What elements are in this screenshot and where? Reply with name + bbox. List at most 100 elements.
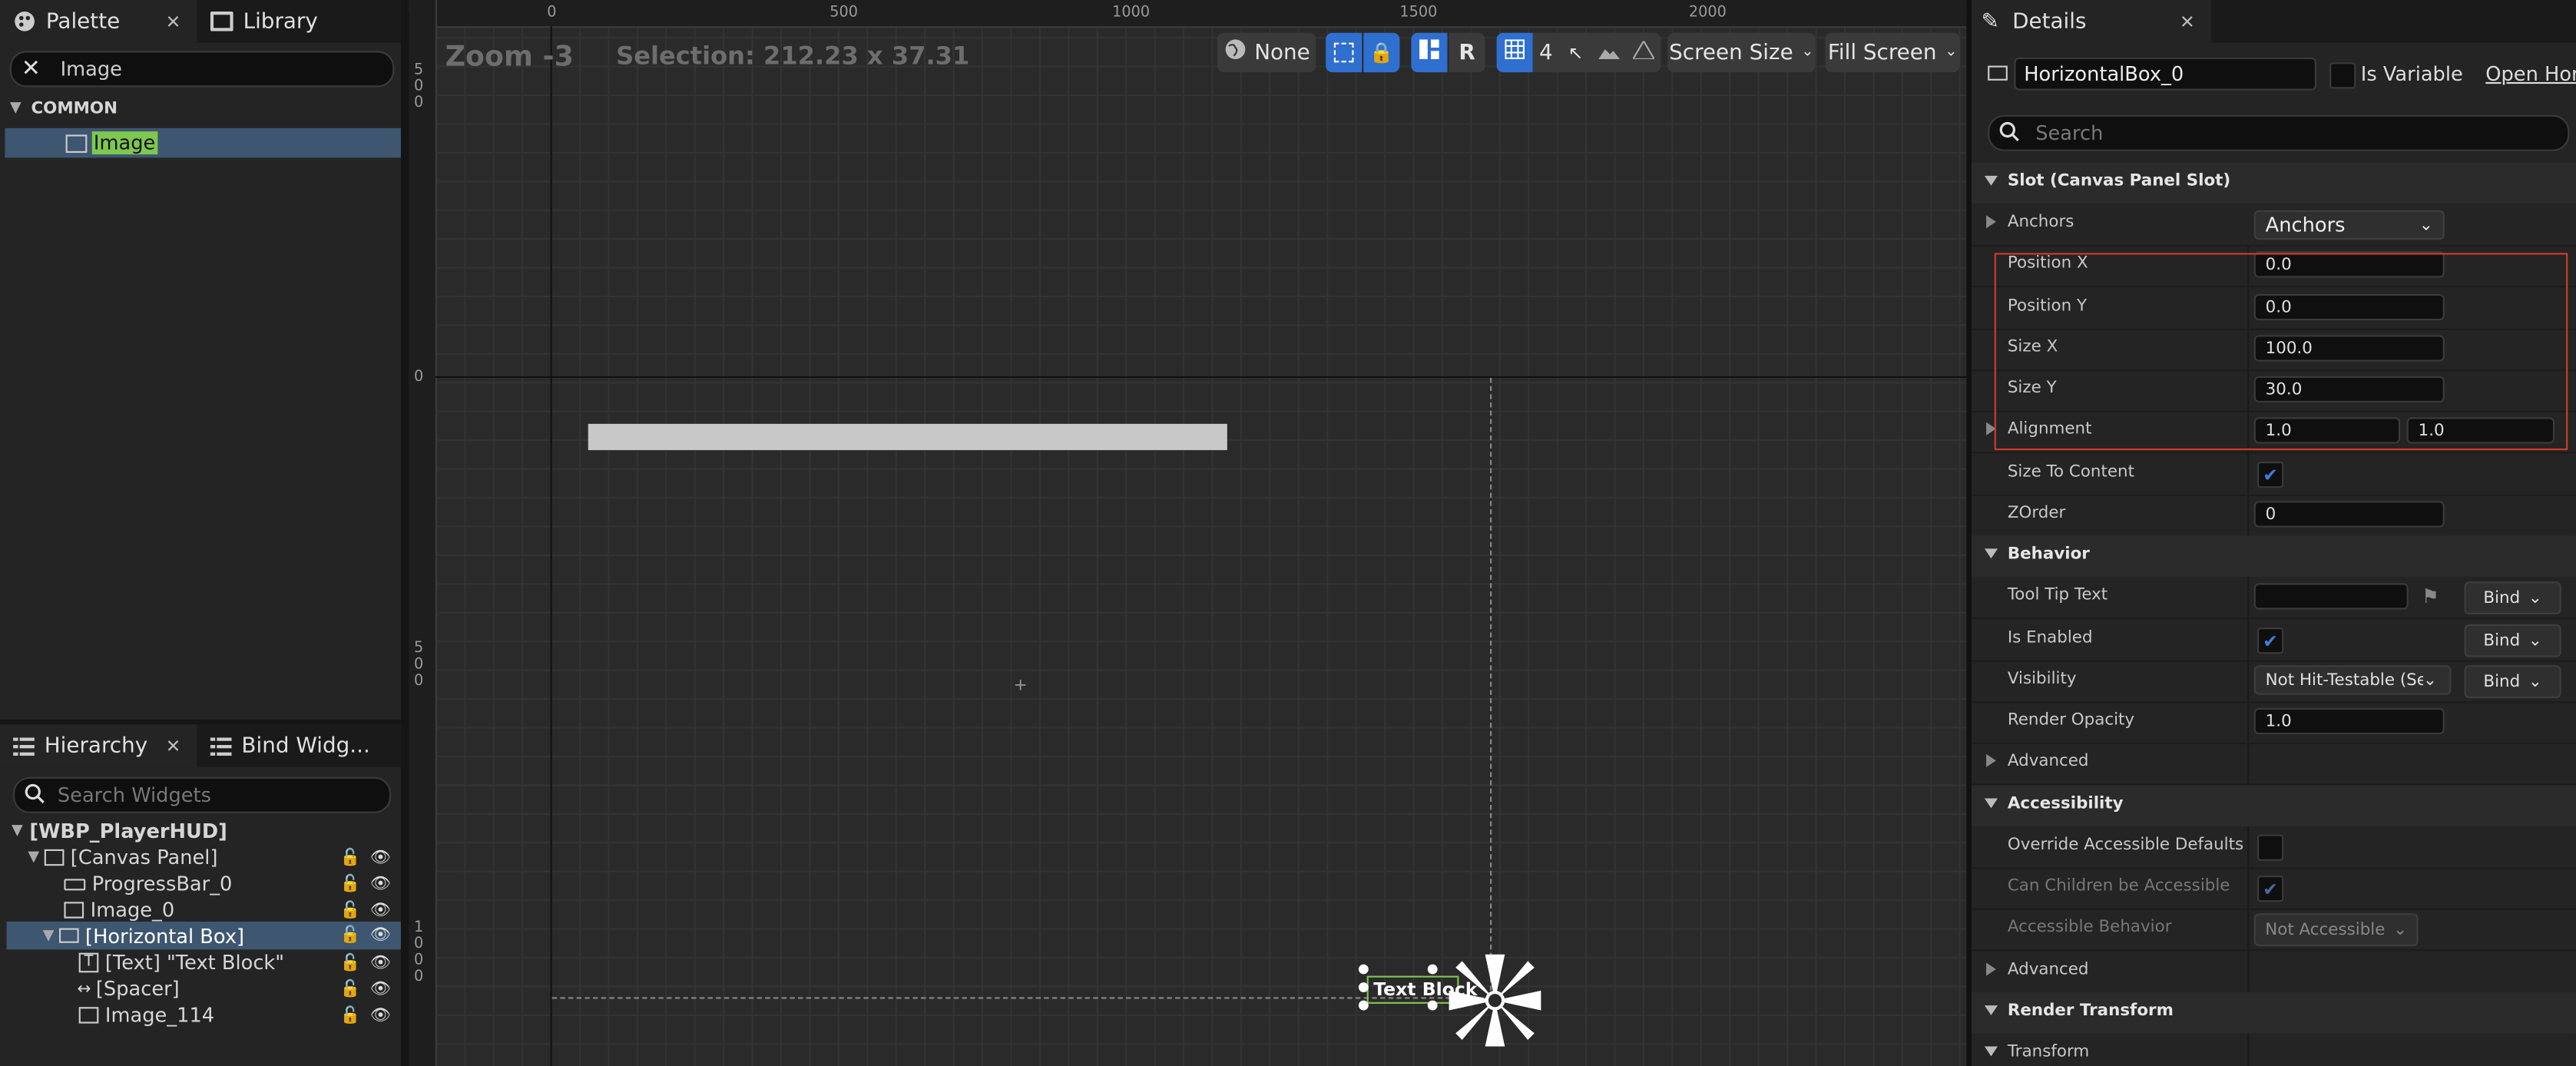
tree-item-root[interactable]: ▼ [WBP_PlayerHUD] <box>0 818 401 844</box>
is-variable-label: Is Variable <box>2360 62 2463 86</box>
background-toggle-button[interactable] <box>1591 32 1625 73</box>
category-label: Render Transform <box>2007 1001 2174 1021</box>
lock-icon[interactable]: 🔓 <box>339 954 360 972</box>
crosshair-icon: + <box>1013 677 1028 695</box>
fill-screen-dropdown[interactable]: Fill Screen ⌄ <box>1825 32 1960 73</box>
tab-library[interactable]: Library <box>200 0 401 43</box>
eye-icon[interactable]: 👁 <box>370 1006 391 1025</box>
lock-icon[interactable]: 🔓 <box>339 849 360 867</box>
bind-button[interactable]: Bind ⌄ <box>2464 581 2561 614</box>
lock-visibility-toggles[interactable]: 🔓 👁 <box>339 1006 391 1025</box>
tab-hierarchy[interactable]: Hierarchy ✕ <box>0 724 197 767</box>
is-variable-checkbox[interactable] <box>2329 62 2356 89</box>
clear-search-icon[interactable]: ✕ <box>22 56 41 82</box>
category-behavior[interactable]: Behavior <box>1971 535 2576 577</box>
tab-bind-widgets[interactable]: Bind Widg... <box>200 724 401 767</box>
eye-icon[interactable]: 👁 <box>370 875 391 893</box>
lock-visibility-toggles[interactable]: 🔓 👁 <box>339 849 391 867</box>
expand-arrow-icon[interactable] <box>1986 215 1996 229</box>
warning-toggle-button[interactable] <box>1624 32 1661 73</box>
palette-category-common[interactable]: ▼ COMMON <box>0 95 401 121</box>
ruler-label: 1500 <box>1399 5 1438 22</box>
tab-details[interactable]: ✎ Details ✕ <box>1971 0 2212 43</box>
category-slot[interactable]: Slot (Canvas Panel Slot) <box>1971 162 2576 204</box>
tab-palette-label: Palette <box>45 8 121 34</box>
details-search[interactable] <box>1988 114 2570 151</box>
layout-toggle-button[interactable] <box>1411 32 1448 73</box>
tree-item-canvas-panel[interactable]: ▼ [Canvas Panel] 🔓 👁 <box>0 844 401 870</box>
palette-search[interactable]: ✕ <box>9 51 395 88</box>
lock-visibility-toggles[interactable]: 🔓 👁 <box>339 980 391 998</box>
lock-icon[interactable]: 🔓 <box>339 1006 360 1025</box>
category-render-transform[interactable]: Render Transform <box>1971 992 2576 1034</box>
details-tabbar: ✎ Details ✕ <box>1971 0 2576 43</box>
eye-icon[interactable]: 👁 <box>370 926 391 945</box>
hierarchy-search[interactable] <box>13 776 392 813</box>
palette-search-input[interactable] <box>57 55 393 82</box>
lock-visibility-toggles[interactable]: 🔓 👁 <box>339 926 391 945</box>
widget-name-field[interactable]: HorizontalBox_0 <box>2014 57 2316 91</box>
lock-visibility-toggles[interactable]: 🔓 👁 <box>339 875 391 893</box>
expand-arrow-icon: ▼ <box>11 823 23 840</box>
row-transform[interactable]: Transform <box>1972 1033 2576 1066</box>
close-icon[interactable]: ✕ <box>2180 11 2195 32</box>
lock-icon[interactable]: 🔓 <box>339 875 360 893</box>
anchor-icon[interactable] <box>1445 951 1544 1056</box>
lock-icon[interactable]: 🔓 <box>339 926 360 945</box>
selection-handle[interactable] <box>1358 982 1369 992</box>
eye-icon[interactable]: 👁 <box>370 901 391 919</box>
anchors-dropdown[interactable]: Anchors ⌄ <box>2253 210 2445 240</box>
row-advanced-accessibility[interactable]: Advanced <box>1971 951 2576 995</box>
selection-handle[interactable] <box>1358 1000 1369 1011</box>
designer-viewport[interactable]: 0 500 1000 1500 2000 5 0 0 0 5 0 0 1 0 0… <box>409 0 1967 1066</box>
tree-item-text-block[interactable]: T [Text] "Text Block" 🔓 👁 <box>0 949 401 975</box>
category-accessibility[interactable]: Accessibility <box>1971 785 2576 826</box>
selection-handle[interactable] <box>1427 1000 1438 1011</box>
flag-icon[interactable]: ⚑ <box>2422 584 2439 607</box>
bind-label: Bind <box>2483 631 2521 650</box>
bind-button[interactable]: Bind ⌄ <box>2464 665 2561 699</box>
lock-visibility-toggles[interactable]: 🔓 👁 <box>339 954 391 972</box>
lock-icon[interactable]: 🔓 <box>339 980 360 998</box>
visibility-dropdown[interactable]: Not Hit-Testable (Se ⌄ <box>2253 665 2452 695</box>
close-icon[interactable]: ✕ <box>166 735 181 756</box>
tree-item-image0[interactable]: Image_0 🔓 👁 <box>0 897 401 923</box>
grid-size-button[interactable]: 4 <box>1532 32 1559 73</box>
tree-item-label: [Spacer] <box>95 977 180 1001</box>
tree-item-progressbar[interactable]: ProgressBar_0 🔓 👁 <box>0 871 401 897</box>
tab-palette[interactable]: Palette ✕ <box>0 0 197 43</box>
transform-mode-button[interactable] <box>1326 32 1362 73</box>
tab-library-label: Library <box>243 8 318 34</box>
eye-icon[interactable]: 👁 <box>370 980 391 998</box>
lock-icon[interactable]: 🔓 <box>339 901 360 919</box>
grid-snap-button[interactable] <box>1496 32 1533 73</box>
render-opacity-input[interactable]: 1.0 <box>2253 707 2445 735</box>
selection-handle[interactable] <box>1358 964 1369 975</box>
bind-button[interactable]: Bind ⌄ <box>2464 624 2561 657</box>
hierarchy-search-input[interactable] <box>54 782 389 809</box>
screen-size-dropdown[interactable]: Screen Size ⌄ <box>1667 32 1816 73</box>
select-mode-button[interactable]: ↖ <box>1558 32 1592 73</box>
warning-icon <box>1631 38 1655 65</box>
row-advanced-behavior[interactable]: Advanced <box>1971 743 2576 786</box>
size-to-content-checkbox[interactable]: ✔ <box>2256 462 2284 488</box>
is-enabled-checkbox[interactable]: ✔ <box>2256 627 2284 654</box>
respect-locks-button[interactable]: R <box>1449 32 1485 73</box>
close-icon[interactable]: ✕ <box>166 11 181 32</box>
selection-handle[interactable] <box>1427 964 1438 975</box>
zorder-input[interactable]: 0 <box>2253 501 2445 528</box>
tree-item-image114[interactable]: Image_114 🔓 👁 <box>0 1002 401 1028</box>
tree-item-spacer[interactable]: ↔ [Spacer] 🔓 👁 <box>0 976 401 1002</box>
tree-item-horizontal-box[interactable]: ▼ [Horizontal Box] 🔓 👁 <box>6 921 401 950</box>
palette-item-image[interactable]: Image <box>5 127 401 158</box>
open-widget-link[interactable]: Open Hori <box>2485 62 2576 85</box>
progress-bar-widget[interactable] <box>588 423 1227 451</box>
lock-visibility-toggles[interactable]: 🔓 👁 <box>339 901 391 919</box>
tooltip-input[interactable] <box>2253 583 2409 610</box>
eye-icon[interactable]: 👁 <box>370 954 391 972</box>
eye-icon[interactable]: 👁 <box>370 849 391 867</box>
localization-preview-button[interactable]: None <box>1217 32 1316 73</box>
lock-toggle-button[interactable]: 🔒 <box>1363 32 1400 73</box>
details-search-input[interactable] <box>2031 120 2568 147</box>
override-accessible-checkbox[interactable] <box>2256 834 2284 861</box>
